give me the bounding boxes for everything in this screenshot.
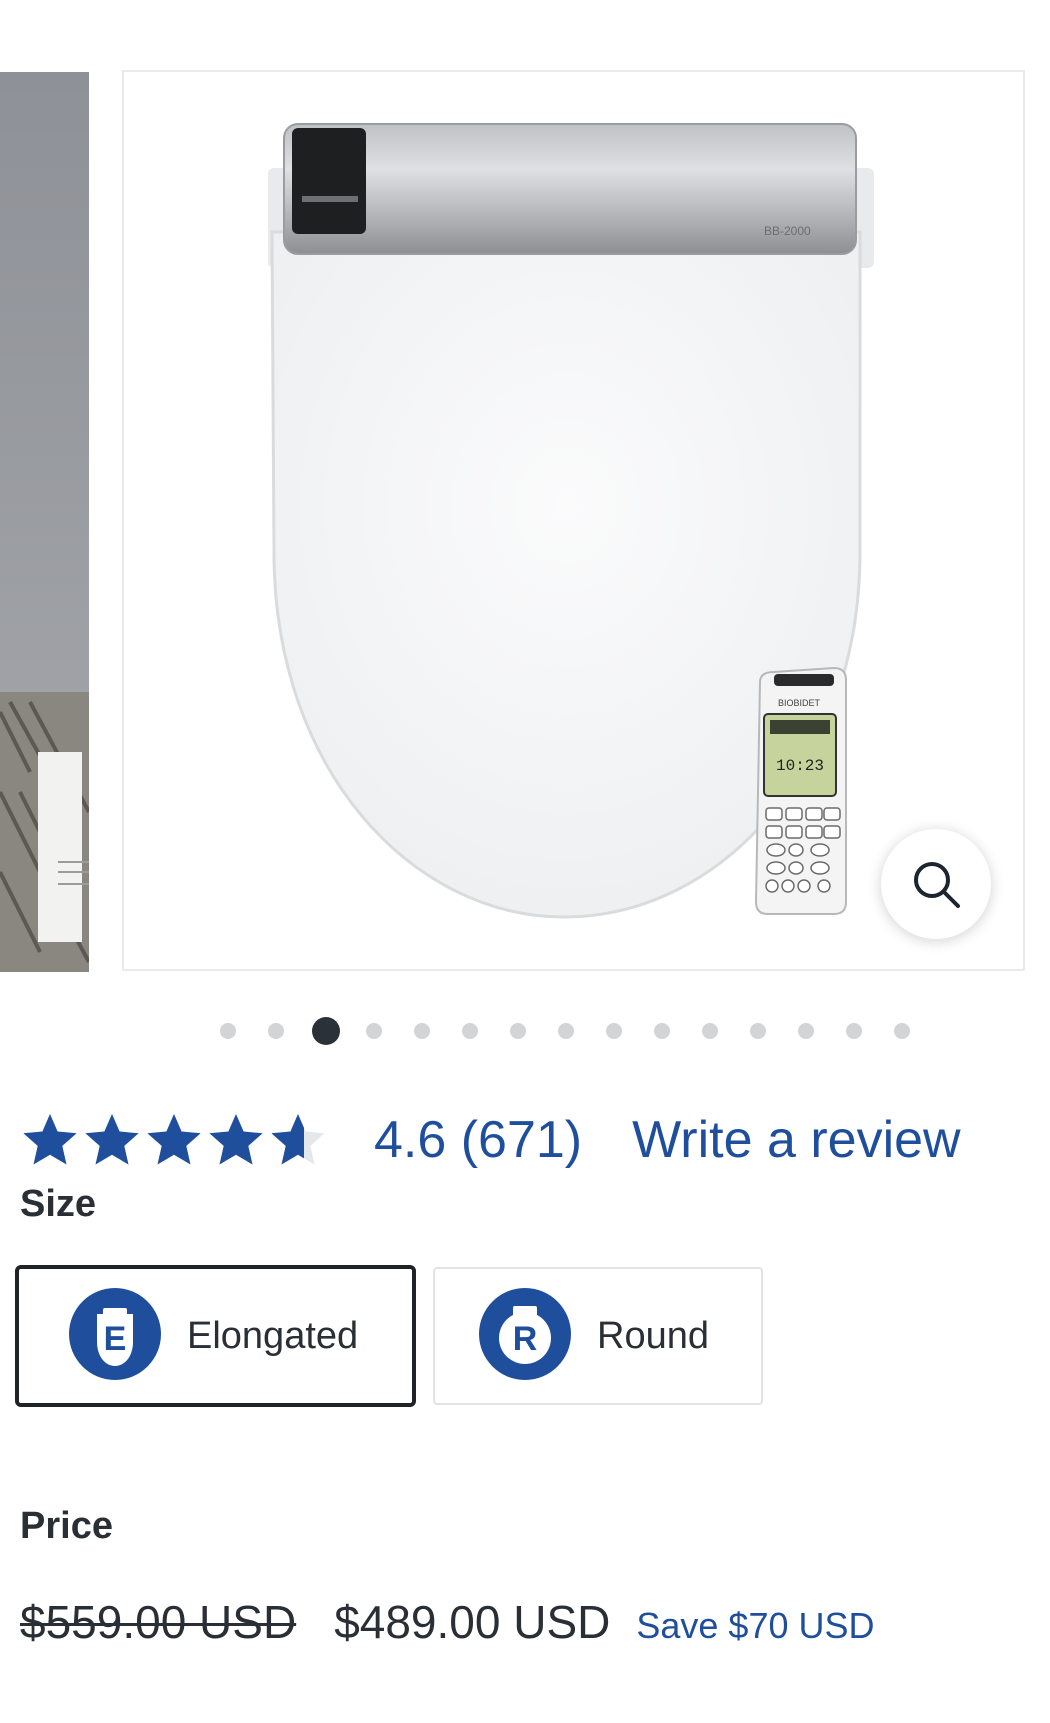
star-rating	[20, 1111, 330, 1169]
price-row: $559.00 USD $489.00 USD Save $70 USD	[20, 1595, 875, 1655]
pagination-dot[interactable]	[798, 1023, 814, 1039]
pagination-dot[interactable]	[750, 1023, 766, 1039]
magnifier-icon	[914, 862, 960, 908]
star-icon	[147, 1114, 201, 1165]
size-heading: Size	[20, 1183, 97, 1225]
remote-time-display: 10:23	[776, 757, 824, 775]
write-review-link[interactable]: Write a review	[632, 1110, 960, 1170]
bidet-seat-illustration: BB-2000 BIOBIDET 10:23	[268, 123, 874, 919]
previous-gallery-image[interactable]	[0, 72, 89, 972]
star-icon	[85, 1114, 139, 1165]
size-option-round[interactable]: R Round	[433, 1267, 763, 1405]
main-product-image[interactable]: BB-2000 BIOBIDET 10:23	[122, 70, 1025, 971]
zoom-button[interactable]	[881, 829, 991, 939]
star-icon	[23, 1114, 77, 1165]
pagination-dot[interactable]	[702, 1023, 718, 1039]
pagination-dot[interactable]	[654, 1023, 670, 1039]
original-price: $559.00 USD	[20, 1596, 297, 1648]
sale-price: $489.00 USD	[334, 1596, 611, 1648]
rating-summary: 4.6 (671) Write a review	[20, 1100, 961, 1180]
savings-badge: Save $70 USD	[636, 1605, 875, 1646]
gallery-pagination	[220, 1016, 942, 1046]
round-seat-icon: R	[477, 1286, 573, 1387]
pagination-dot[interactable]	[268, 1023, 284, 1039]
pagination-dot[interactable]	[846, 1023, 862, 1039]
pagination-dot[interactable]	[462, 1023, 478, 1039]
round-badge-letter: R	[513, 1320, 538, 1358]
elongated-badge-letter: E	[104, 1320, 127, 1358]
remote-brand-label: BIOBIDET	[778, 698, 821, 708]
size-option-label: Elongated	[187, 1314, 359, 1357]
pagination-dot[interactable]	[894, 1023, 910, 1039]
pagination-dot[interactable]	[606, 1023, 622, 1039]
pagination-dot[interactable]	[414, 1023, 430, 1039]
pagination-dot[interactable]	[366, 1023, 382, 1039]
model-label: BB-2000	[764, 224, 811, 238]
rating-count-link[interactable]: 4.6 (671)	[374, 1110, 582, 1170]
price-heading: Price	[20, 1505, 113, 1547]
pagination-dot[interactable]	[558, 1023, 574, 1039]
star-icon	[271, 1114, 325, 1165]
elongated-seat-icon: E	[67, 1286, 163, 1387]
size-option-label: Round	[597, 1314, 709, 1357]
pagination-dot[interactable]	[220, 1023, 236, 1039]
pagination-dot[interactable]	[312, 1017, 340, 1045]
star-icon	[209, 1114, 263, 1165]
size-option-elongated[interactable]: E Elongated	[15, 1265, 416, 1407]
pagination-dot[interactable]	[510, 1023, 526, 1039]
